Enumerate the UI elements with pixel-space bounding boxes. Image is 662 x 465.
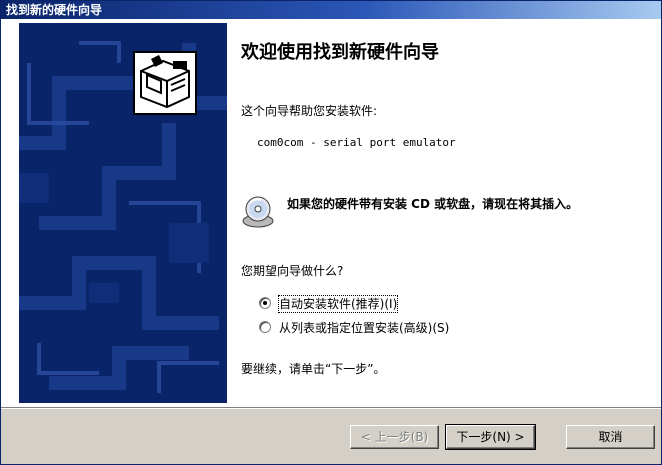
continue-hint: 要继续，请单击“下一步”。 [241,362,386,376]
hardware-install-icon [133,51,197,115]
page-title: 欢迎使用找到新硬件向导 [241,42,439,63]
cd-prompt: 如果您的硬件带有安装 CD 或软盘，请现在将其插入。 [241,195,641,235]
option-auto-install-label[interactable]: 自动安装软件(推荐)(I) [277,295,399,313]
next-button[interactable]: 下一步(N) > [445,424,536,450]
intro-text: 这个向导帮助您安装软件: [241,104,378,118]
option-list-install[interactable]: 从列表或指定位置安装(高级)(S) [259,319,559,337]
back-button[interactable]: < 上一步(B) [350,425,439,449]
device-name: com0com - serial port emulator [257,136,456,149]
button-bar: < 上一步(B) 下一步(N) > 取消 [1,409,661,464]
wizard-window: 找到新的硬件向导 欢迎使用找到新硬件向导 这个向导帮助您安装软件: com0co… [0,0,662,465]
window-title: 找到新的硬件向导 [6,3,103,17]
wizard-sidebar [19,23,227,403]
question-label: 您期望向导做什么? [241,264,344,278]
radio-list-install[interactable] [259,321,271,333]
title-bar[interactable]: 找到新的硬件向导 [1,1,661,19]
option-auto-install[interactable]: 自动安装软件(推荐)(I) [259,295,559,313]
wizard-content: 欢迎使用找到新硬件向导 这个向导帮助您安装软件: com0com - seria… [239,23,649,403]
radio-auto-install[interactable] [259,297,271,309]
cd-prompt-text: 如果您的硬件带有安装 CD 或软盘，请现在将其插入。 [287,197,579,211]
cancel-button[interactable]: 取消 [566,425,655,449]
cd-disc-icon [241,195,275,229]
option-list-install-label[interactable]: 从列表或指定位置安装(高级)(S) [279,320,449,336]
radio-selected-dot [263,301,267,305]
